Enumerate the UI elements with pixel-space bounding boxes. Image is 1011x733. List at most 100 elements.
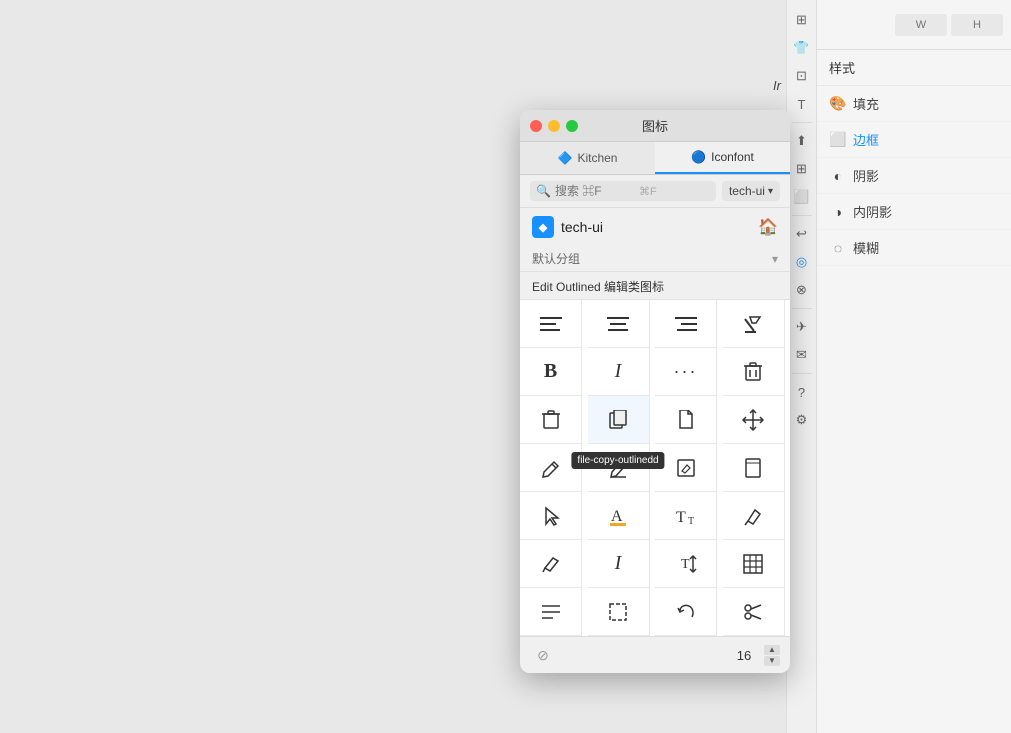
icon-italic[interactable]: I <box>588 348 650 396</box>
icon-italic-outlined[interactable]: I <box>588 540 650 588</box>
inner-shadow-style[interactable]: ◑ 内阴影 <box>817 194 1011 230</box>
fill-style[interactable]: 🎨 填充 <box>817 86 1011 122</box>
icon-grid: B I ··· file-copy-outlinedd <box>520 299 790 636</box>
group-name: 默认分组 <box>532 250 580 267</box>
window-footer: ⊘ ▲ ▼ <box>520 636 790 673</box>
icon-file-outlined[interactable] <box>655 396 717 444</box>
icon-pencil[interactable] <box>520 540 582 588</box>
size-value-input[interactable] <box>726 648 762 663</box>
reset-icon: ⊘ <box>537 647 549 664</box>
blur-icon: ◌ <box>829 239 847 257</box>
maximize-button[interactable] <box>566 120 578 132</box>
icon-undo[interactable] <box>655 588 717 636</box>
icon-bold[interactable]: B <box>520 348 582 396</box>
icon-edit-outlined[interactable] <box>588 444 650 492</box>
size-increment[interactable]: ▲ <box>764 645 780 655</box>
shadow-icon: ◐ <box>829 167 847 185</box>
icon-align-center[interactable] <box>588 300 650 348</box>
icon-font-size[interactable]: TT <box>655 492 717 540</box>
plugin-icon[interactable]: ✈ <box>790 315 814 339</box>
styles-list: 样式 🎨 填充 ⬜ 边框 ◐ 阴影 ◑ 内阴影 ◌ 模糊 <box>817 50 1011 733</box>
group-arrow-icon: ▾ <box>772 252 778 266</box>
icon-more[interactable]: ··· <box>655 348 717 396</box>
settings-icon[interactable]: ⚙ <box>790 408 814 432</box>
layout-icon[interactable]: ⊞ <box>790 8 814 32</box>
section-title: Edit Outlined 编辑类图标 <box>520 272 790 299</box>
inner-shadow-icon: ◑ <box>829 203 847 221</box>
tab-kitchen[interactable]: 🔷 Kitchen <box>520 142 655 174</box>
icon-edit[interactable] <box>520 444 582 492</box>
icon-file-copy-outlined[interactable]: file-copy-outlinedd <box>588 396 650 444</box>
icon-book[interactable] <box>723 444 785 492</box>
right-panel: 样式 🎨 填充 ⬜ 边框 ◐ 阴影 ◑ 内阴影 ◌ 模糊 <box>816 0 1011 733</box>
search-icon: 🔍 <box>536 184 551 198</box>
lock-icon[interactable]: ◎ <box>790 250 814 274</box>
size-inputs-row <box>817 0 1011 50</box>
kitchen-tab-label: Kitchen <box>577 151 617 165</box>
title-bar: 图标 <box>520 110 790 142</box>
group-header[interactable]: 默认分组 ▾ <box>520 246 790 272</box>
search-input-wrap[interactable]: 🔍 ⌘F <box>530 181 716 201</box>
grid-icon[interactable]: ⊡ <box>790 64 814 88</box>
traffic-lights <box>530 120 578 132</box>
side-icon-strip: ⊞ 👕 ⊡ T ⬆ ⊞ ⬜ ↩ ◎ ⊗ ✈ ✉ ? ⚙ <box>786 0 816 733</box>
iconfont-tab-label: Iconfont <box>711 150 754 164</box>
shadow-style[interactable]: ◐ 阴影 <box>817 158 1011 194</box>
search-bar: 🔍 ⌘F tech-ui ▾ <box>520 175 790 208</box>
icon-align-left[interactable] <box>520 300 582 348</box>
icon-highlight[interactable] <box>723 492 785 540</box>
icon-delete[interactable] <box>723 348 785 396</box>
icon-cursor[interactable] <box>520 492 582 540</box>
fill-icon: 🎨 <box>829 95 847 113</box>
group-icon[interactable]: ⊞ <box>790 157 814 181</box>
icon-picker-window: 图标 🔷 Kitchen 🔵 Iconfont 🔍 ⌘F tech-ui ▾ ◆… <box>520 110 790 673</box>
divider-1 <box>792 122 812 123</box>
help-icon[interactable]: ? <box>790 380 814 404</box>
icon-move[interactable] <box>723 396 785 444</box>
icon-format-clear[interactable] <box>723 300 785 348</box>
svg-text:A: A <box>611 508 623 525</box>
brand-icon: ◆ <box>532 216 554 238</box>
styles-header: 样式 <box>817 50 1011 86</box>
kitchen-tab-icon: 🔷 <box>558 151 573 165</box>
size-stepper: ▲ ▼ <box>764 645 780 666</box>
library-dropdown[interactable]: tech-ui ▾ <box>722 181 780 201</box>
icon-align-right[interactable] <box>655 300 717 348</box>
export-icon[interactable]: ⬆ <box>790 129 814 153</box>
icon-line-height[interactable]: T <box>655 540 717 588</box>
svg-text:T: T <box>688 516 694 526</box>
frame-icon[interactable]: ⬜ <box>790 185 814 209</box>
close-button[interactable] <box>530 120 542 132</box>
divider-3 <box>792 308 812 309</box>
library-brand: ◆ tech-ui <box>532 216 603 238</box>
mail-icon[interactable]: ✉ <box>790 343 814 367</box>
dropdown-value: tech-ui <box>729 184 765 198</box>
reset-button[interactable]: ⊘ <box>530 642 556 668</box>
icon-edit-square[interactable] <box>655 444 717 492</box>
iconfont-tab-icon: 🔵 <box>691 150 706 164</box>
icon-selection[interactable] <box>588 588 650 636</box>
text-icon[interactable]: T <box>790 92 814 116</box>
home-icon[interactable]: 🏠 <box>758 217 778 237</box>
search-input[interactable] <box>555 184 635 198</box>
icon-scissor[interactable] <box>723 588 785 636</box>
brand-name: tech-ui <box>561 219 603 235</box>
svg-text:T: T <box>681 557 690 572</box>
border-icon: ⬜ <box>829 131 847 149</box>
mask-icon[interactable]: ⊗ <box>790 278 814 302</box>
blur-style[interactable]: ◌ 模糊 <box>817 230 1011 266</box>
border-style[interactable]: ⬜ 边框 <box>817 122 1011 158</box>
size-decrement[interactable]: ▼ <box>764 656 780 666</box>
icon-table[interactable] <box>723 540 785 588</box>
size-control: ▲ ▼ <box>726 645 780 666</box>
icon-list[interactable] <box>520 588 582 636</box>
icon-delete-outlined[interactable] <box>520 396 582 444</box>
height-input[interactable] <box>951 14 1003 36</box>
minimize-button[interactable] <box>548 120 560 132</box>
undo-icon[interactable]: ↩ <box>790 222 814 246</box>
component-icon[interactable]: 👕 <box>790 36 814 60</box>
icon-font-colors[interactable]: A <box>588 492 650 540</box>
ir-label: Ir <box>773 78 781 93</box>
width-input[interactable] <box>895 14 947 36</box>
tab-iconfont[interactable]: 🔵 Iconfont <box>655 142 790 174</box>
